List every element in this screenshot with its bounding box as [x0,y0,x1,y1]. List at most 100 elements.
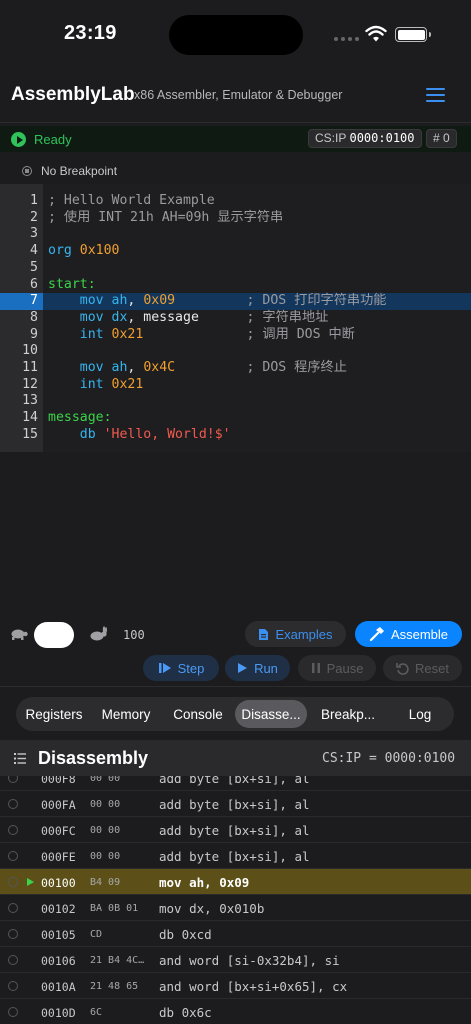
instruction-count-badge: # 0 [426,129,457,148]
assemble-button[interactable]: Assemble [355,621,462,647]
disassembly-row[interactable]: 000FE 00 00 add byte [bx+si], al [0,843,471,869]
disassembly-row[interactable]: 00100 B4 09 mov ah, 0x09 [0,869,471,895]
line-number[interactable]: 10 [0,343,38,360]
breakpoint-toggle-icon[interactable] [8,929,18,939]
code-line[interactable]: 11 mov ah, 0x4C ; DOS 程序终止 [0,360,471,377]
code-line[interactable]: 7 mov ah, 0x09 ; DOS 打印字符串功能 [0,293,471,310]
disassembly-list[interactable]: 000F8 00 00 add byte [bx+si], al 000FA 00 00… [0,776,471,1024]
tab-registers[interactable]: Registers [19,700,89,728]
tab-breakp[interactable]: Breakp... [310,700,386,728]
editor-empty-area[interactable] [0,452,471,612]
breakpoint-toggle-icon[interactable] [8,955,18,965]
instruction: mov ah, 0x09 [159,875,250,890]
step-forward-icon [158,663,171,673]
code-line[interactable]: 8 mov dx, message ; 字符串地址 [0,310,471,327]
breakpoint-toggle-icon[interactable] [8,776,18,783]
address: 000F8 [41,776,76,786]
pause-icon [311,663,320,673]
speed-slider-thumb[interactable] [34,622,74,648]
code-token: ; 字符串地址 [198,309,329,325]
instruction: db 0x6c [159,1005,212,1020]
code-line[interactable]: 3 [0,226,471,243]
reset-button[interactable]: Reset [383,655,462,681]
tab-memory[interactable]: Memory [93,700,159,728]
line-number[interactable]: 11 [0,360,38,377]
instruction: add byte [bx+si], al [159,823,310,838]
code-text: int 0x21 [48,377,144,394]
disassembly-row[interactable]: 00106 21 B4 4C… and word [si-0x32b4], si [0,947,471,973]
examples-button[interactable]: Examples [245,621,346,647]
hammer-icon [369,627,384,642]
dynamic-island [169,15,303,55]
line-number[interactable]: 2 [0,210,38,227]
code-token: ; DOS 程序终止 [175,360,347,375]
address: 00100 [41,876,76,890]
code-line[interactable]: 6 start: [0,277,471,294]
code-token: 0x09 [143,293,176,309]
tab-disasse[interactable]: Disasse... [235,700,307,728]
code-line[interactable]: 15 db 'Hello, World!$' [0,427,471,444]
line-number[interactable]: 3 [0,226,38,243]
disassembly-row[interactable]: 00105 CD db 0xcd [0,921,471,947]
opcode-bytes: 21 48 65 [90,981,139,992]
code-line[interactable]: 1 ; Hello World Example [0,193,471,210]
breakpoint-toggle-icon[interactable] [8,851,18,861]
play-icon [238,663,248,673]
examples-label: Examples [275,626,333,642]
pause-button[interactable]: Pause [298,655,376,681]
code-line[interactable]: 14 message: [0,410,471,427]
status-strip: Ready CS:IP 0000:0100 # 0 [0,126,471,152]
line-number[interactable]: 13 [0,393,38,410]
address: 0010D [41,1006,76,1020]
line-number[interactable]: 12 [0,377,38,394]
line-number[interactable]: 8 [0,310,38,327]
code-line[interactable]: 5 [0,260,471,277]
code-line[interactable]: 13 [0,393,471,410]
address: 000FC [41,824,76,838]
breakpoint-toggle-icon[interactable] [8,825,18,835]
code-token: ; Hello World Example [48,193,215,208]
disassembly-row[interactable]: 000FC 00 00 add byte [bx+si], al [0,817,471,843]
disassembly-row[interactable]: 0010A 21 48 65 and word [bx+si+0x65], cx [0,973,471,999]
disassembly-row[interactable]: 000F8 00 00 add byte [bx+si], al [0,776,471,791]
breakpoint-toggle-icon[interactable] [8,877,18,887]
code-line[interactable]: 12 int 0x21 [0,377,471,394]
code-token: mov [48,360,112,375]
code-token: ; 调用 DOS 中断 [143,326,355,342]
play-status-icon [11,132,26,147]
line-number[interactable]: 6 [0,277,38,294]
breakpoint-toggle-icon[interactable] [8,903,18,913]
run-button[interactable]: Run [225,655,290,681]
opcode-bytes: 00 00 [90,851,121,862]
tab-console[interactable]: Console [164,700,232,728]
breakpoint-toggle-icon[interactable] [8,799,18,809]
disassembly-row[interactable]: 00102 BA 0B 01 mov dx, 0x010b [0,895,471,921]
run-label: Run [254,660,278,676]
code-line[interactable]: 4 org 0x100 [0,243,471,260]
line-number[interactable]: 14 [0,410,38,427]
line-number[interactable]: 15 [0,427,38,444]
speed-value: 100 [123,628,145,642]
line-number[interactable]: 9 [0,327,38,344]
line-number[interactable]: 7 [0,293,43,310]
address: 00105 [41,928,76,942]
code-editor[interactable]: 1 ; Hello World Example 2 ; 使用 INT 21h AH=0… [0,184,471,452]
line-number[interactable]: 1 [0,193,38,210]
instruction: add byte [bx+si], al [159,797,310,812]
list-icon [14,753,26,764]
disassembly-row[interactable]: 000FA 00 00 add byte [bx+si], al [0,791,471,817]
disassembly-row[interactable]: 0010D 6C db 0x6c [0,999,471,1024]
code-line[interactable]: 2 ; 使用 INT 21h AH=09h 显示字符串 [0,210,471,227]
line-number[interactable]: 5 [0,260,38,277]
step-button[interactable]: Step [143,655,219,681]
line-number[interactable]: 4 [0,243,38,260]
code-line[interactable]: 10 [0,343,471,360]
tab-log[interactable]: Log [389,700,451,728]
breakpoint-toggle-icon[interactable] [8,981,18,991]
code-text: org 0x100 [48,243,119,260]
code-line[interactable]: 9 int 0x21 ; 调用 DOS 中断 [0,327,471,344]
breakpoint-toggle-icon[interactable] [8,1007,18,1017]
csip-value: 0000:0100 [349,131,415,145]
document-icon [259,628,269,640]
menu-icon[interactable] [426,88,445,102]
